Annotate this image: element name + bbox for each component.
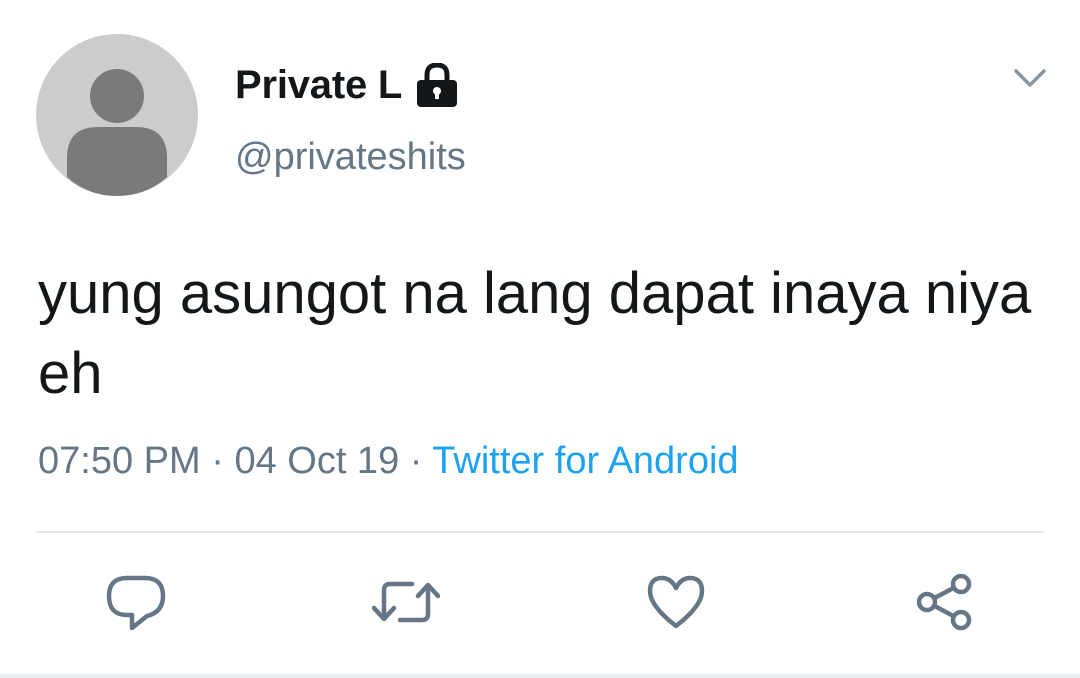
tweet-source-link[interactable]: Twitter for Android bbox=[432, 440, 738, 482]
retweet-icon bbox=[371, 581, 441, 623]
lock-icon bbox=[416, 62, 458, 107]
reply-button[interactable] bbox=[106, 570, 166, 634]
tweet-text: yung asungot na lang dapat inaya niya eh bbox=[38, 261, 1032, 406]
tweet-detail: Private L @privateshits yung asungot na … bbox=[0, 0, 1080, 678]
tweet-time: 07:50 PM bbox=[38, 440, 201, 482]
share-icon bbox=[916, 573, 972, 631]
user-handle[interactable]: @privateshits bbox=[235, 136, 466, 179]
tweet-meta: 07:50 PM · 04 Oct 19 · Twitter for Andro… bbox=[38, 440, 739, 483]
bottom-divider bbox=[0, 674, 1080, 678]
meta-separator: · bbox=[200, 440, 235, 482]
reply-icon bbox=[106, 575, 166, 631]
retweet-button[interactable] bbox=[371, 570, 441, 634]
like-button[interactable] bbox=[646, 570, 706, 634]
avatar[interactable] bbox=[36, 34, 198, 196]
chevron-down-icon[interactable] bbox=[1012, 64, 1048, 92]
heart-icon bbox=[647, 575, 705, 629]
default-avatar-icon bbox=[36, 34, 198, 196]
share-button[interactable] bbox=[914, 570, 974, 634]
display-name[interactable]: Private L bbox=[235, 63, 402, 108]
divider bbox=[36, 531, 1044, 533]
tweet-date: 04 Oct 19 bbox=[234, 440, 400, 482]
user-name-row[interactable]: Private L bbox=[235, 62, 458, 108]
meta-separator: · bbox=[399, 440, 433, 482]
